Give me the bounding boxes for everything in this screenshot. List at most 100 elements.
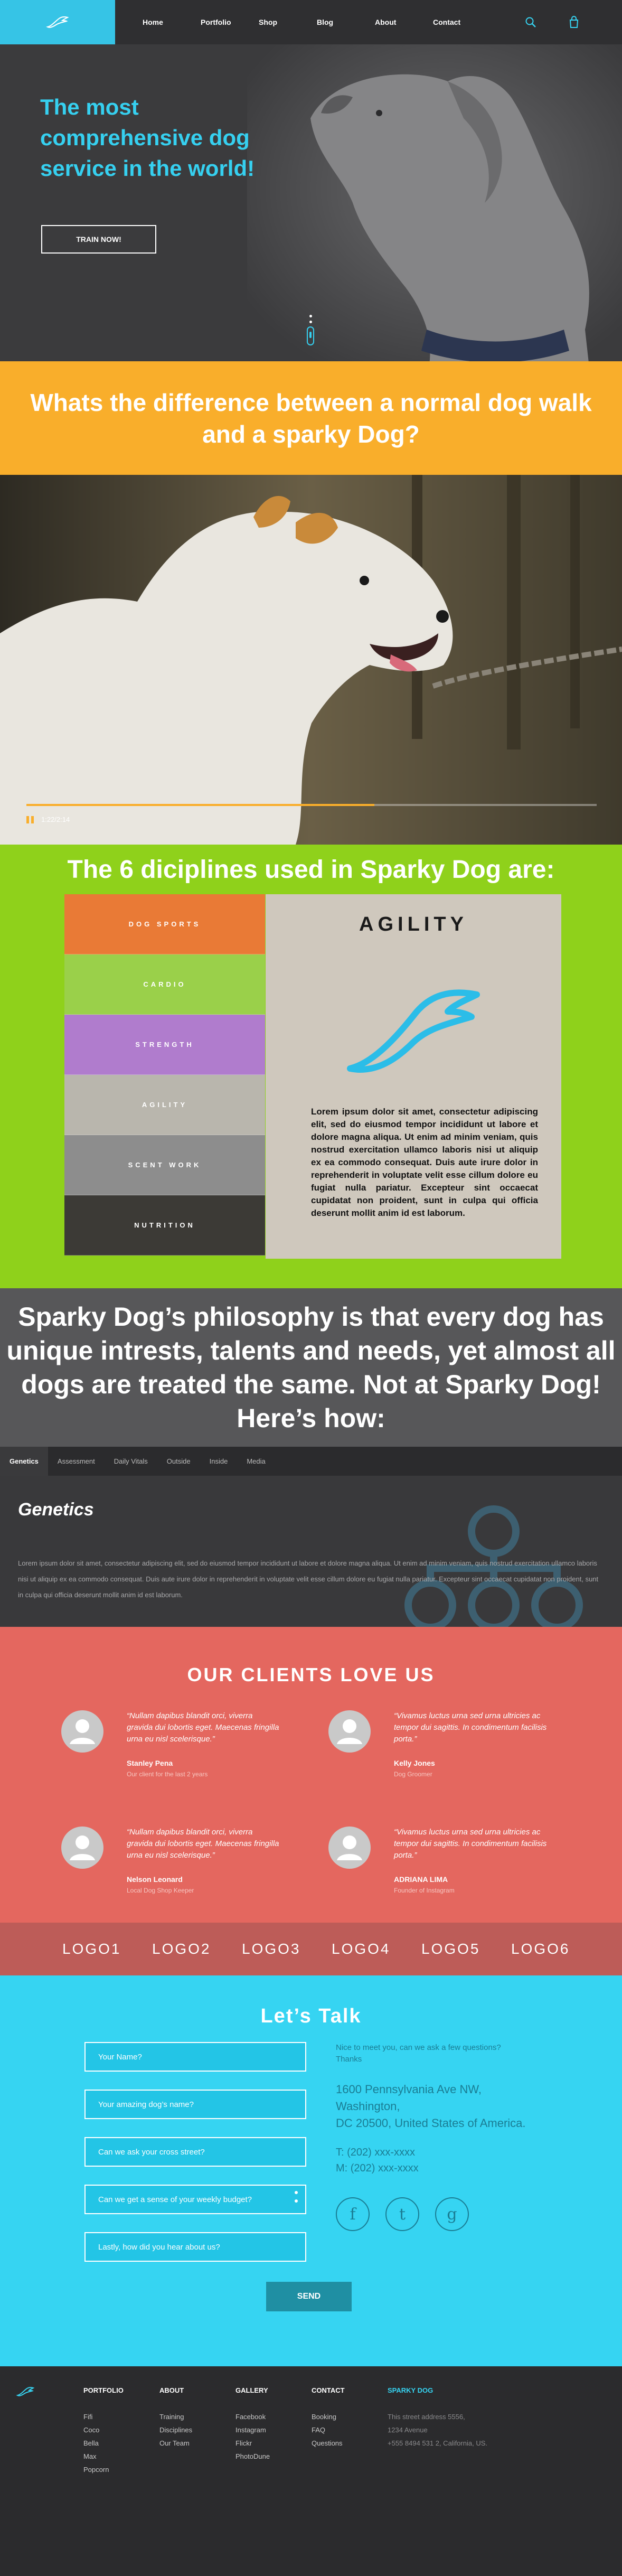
footer-link[interactable]: Instagram <box>235 2423 270 2437</box>
disciplines-list: DOG SPORTS CARDIO STRENGTH AGILITY SCENT… <box>64 894 265 1256</box>
logo[interactable] <box>0 0 115 44</box>
footer-address-line: This street address 5556, <box>388 2413 465 2421</box>
testimonial-name: Kelly Jones <box>394 1759 435 1767</box>
google-plus-icon[interactable]: g <box>435 2197 469 2231</box>
discipline-description: Lorem ipsum dolor sit amet, consectetur … <box>311 1107 538 1218</box>
footer-link[interactable]: Bella <box>83 2437 124 2450</box>
discipline-cardio[interactable]: CARDIO <box>64 954 265 1015</box>
user-icon <box>70 1719 95 1744</box>
tab-genetics[interactable]: Genetics <box>0 1446 48 1476</box>
discipline-strength[interactable]: STRENGTH <box>64 1015 265 1075</box>
avatar <box>328 1826 371 1869</box>
nav-blog[interactable]: Blog <box>317 18 375 26</box>
cross-street-placeholder: Can we ask your cross street? <box>98 2147 205 2157</box>
nav-shop[interactable]: Shop <box>259 18 317 26</box>
video-progress-bar[interactable] <box>26 804 597 806</box>
video-controls: 1:22/2:14 <box>26 816 70 823</box>
mouse-icon <box>307 326 314 345</box>
scroll-dot <box>309 315 312 317</box>
disciplines-title: The 6 diciplines used in Sparky Dog are: <box>67 856 555 884</box>
nav-home[interactable]: Home <box>143 18 201 26</box>
philosophy-title: Sparky Dog’s philosophy is that every do… <box>6 1302 616 1433</box>
social-links: f t g <box>336 2197 469 2231</box>
video-progress-fill <box>26 804 374 806</box>
partner-logo[interactable]: LOGO6 <box>511 1941 601 1957</box>
name-field[interactable]: Your Name? <box>84 2042 306 2072</box>
footer-link[interactable]: Fifi <box>83 2410 124 2423</box>
testimonials-title: OUR CLIENTS LOVE US <box>187 1664 435 1685</box>
user-icon <box>337 1719 362 1744</box>
discipline-detail-panel: AGILITY Lorem ipsum dolor sit amet, cons… <box>266 894 561 1259</box>
search-icon[interactable] <box>525 16 536 28</box>
footer-link[interactable]: Coco <box>83 2423 124 2437</box>
address-line: 1600 Pennsylvania Ave NW, Washington, <box>336 2083 482 2113</box>
scroll-dot <box>309 321 312 323</box>
video-dog-image <box>0 475 622 845</box>
tab-media[interactable]: Media <box>237 1447 275 1476</box>
footer-link[interactable]: Training <box>159 2410 192 2423</box>
footer-link[interactable]: Questions <box>312 2437 345 2450</box>
tab-outside[interactable]: Outside <box>157 1447 200 1476</box>
footer-link[interactable]: Max <box>83 2450 124 2463</box>
contact-section: Let’s Talk Your Name? Your amazing dog’s… <box>0 1975 622 2366</box>
send-button[interactable]: SEND <box>266 2282 352 2311</box>
scroll-indicator[interactable] <box>307 315 314 345</box>
footer-column-portfolio: PORTFOLIO Fifi Coco Bella Max Popcorn <box>83 2386 124 2476</box>
discipline-nutrition[interactable]: NUTRITION <box>64 1195 265 1256</box>
main-nav: Home Portfolio Shop Blog About Contact <box>143 0 491 44</box>
testimonial-quote: “Nullam dapibus blandit orci, viverra gr… <box>127 1828 279 1860</box>
avatar <box>61 1826 103 1869</box>
footer-link[interactable]: PhotoDune <box>235 2450 270 2463</box>
cross-street-field[interactable]: Can we ask your cross street? <box>84 2137 306 2167</box>
partner-logo[interactable]: LOGO4 <box>332 1941 421 1957</box>
tab-inside[interactable]: Inside <box>200 1447 238 1476</box>
footer-link[interactable]: Our Team <box>159 2437 192 2450</box>
nav-portfolio[interactable]: Portfolio <box>201 18 259 26</box>
footer-link[interactable]: Booking <box>312 2410 345 2423</box>
budget-select[interactable]: Can we get a sense of your weekly budget… <box>84 2185 306 2214</box>
pause-icon[interactable] <box>26 816 34 823</box>
footer-link[interactable]: Disciplines <box>159 2423 192 2437</box>
footer-column-gallery: GALLERY Facebook Instagram Flickr PhotoD… <box>235 2386 270 2463</box>
discipline-dog-sports[interactable]: DOG SPORTS <box>64 894 265 954</box>
partner-logo[interactable]: LOGO3 <box>242 1941 332 1957</box>
tabs-section: Genetics Assessment Daily Vitals Outside… <box>0 1446 622 1627</box>
twitter-icon[interactable]: t <box>385 2197 419 2231</box>
footer-heading: SPARKY DOG <box>388 2386 433 2394</box>
contact-title: Let’s Talk <box>260 2005 362 2027</box>
tab-daily-vitals[interactable]: Daily Vitals <box>105 1447 157 1476</box>
train-now-button[interactable]: TRAIN NOW! <box>41 225 156 254</box>
partner-logo[interactable]: LOGO2 <box>152 1941 242 1957</box>
budget-stepper[interactable] <box>295 2191 298 2203</box>
wing-icon <box>347 989 480 1073</box>
wing-logo-icon[interactable] <box>16 2385 35 2398</box>
nav-about[interactable]: About <box>375 18 433 26</box>
footer-link[interactable]: Flickr <box>235 2437 270 2450</box>
footer-link[interactable]: Facebook <box>235 2410 270 2423</box>
nav-contact[interactable]: Contact <box>433 18 491 26</box>
partner-logo[interactable]: LOGO1 <box>62 1941 152 1957</box>
disciplines-section: The 6 diciplines used in Sparky Dog are:… <box>0 845 622 1288</box>
avatar <box>328 1710 371 1753</box>
footer-address-line: 1234 Avenue <box>388 2426 428 2434</box>
discipline-scent-work[interactable]: SCENT WORK <box>64 1135 265 1195</box>
footer-heading: CONTACT <box>312 2386 345 2394</box>
facebook-icon[interactable]: f <box>336 2197 370 2231</box>
header-icons <box>525 0 580 44</box>
footer-link[interactable]: FAQ <box>312 2423 345 2437</box>
footer-column-contact: CONTACT Booking FAQ Questions <box>312 2386 345 2450</box>
tab-assessment[interactable]: Assessment <box>48 1447 105 1476</box>
user-icon <box>70 1835 95 1860</box>
wing-logo-icon <box>46 16 69 28</box>
discipline-panel-title: AGILITY <box>359 913 468 935</box>
contact-intro: Nice to meet you, can we ask a few quest… <box>336 2042 526 2065</box>
cart-icon[interactable] <box>568 16 580 29</box>
discipline-agility[interactable]: AGILITY <box>64 1075 265 1135</box>
video-player[interactable]: 1:22/2:14 <box>0 475 622 845</box>
partner-logo[interactable]: LOGO5 <box>421 1941 511 1957</box>
testimonial-role: Our client for the last 2 years <box>127 1771 208 1778</box>
referral-field[interactable]: Lastly, how did you hear about us? <box>84 2232 306 2262</box>
testimonial-quote: “Vivamus luctus urna sed urna ultricies … <box>394 1828 547 1860</box>
dog-name-field[interactable]: Your amazing dog’s name? <box>84 2090 306 2119</box>
footer-link[interactable]: Popcorn <box>83 2463 124 2476</box>
